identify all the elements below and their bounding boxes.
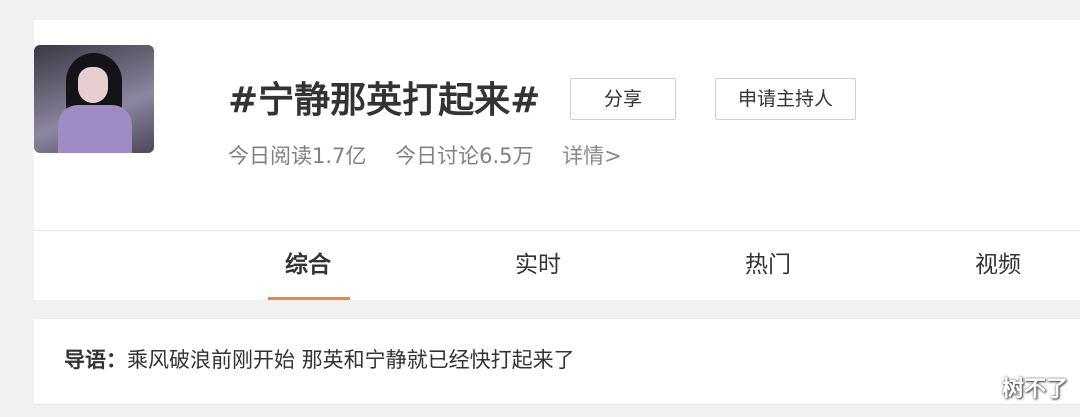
watermark: 树不了	[1001, 377, 1068, 402]
guide-label: 导语：	[64, 348, 127, 372]
guide-bottom-divider	[34, 404, 1080, 405]
topic-stats: 今日阅读1.7亿 今日讨论6.5万 详情>	[228, 141, 644, 171]
tab-realtime[interactable]: 实时	[498, 231, 578, 300]
topic-title: #宁静那英打起来#	[228, 80, 541, 121]
tab-bar: 综合 实时 热门 视频	[34, 231, 1080, 300]
tab-video[interactable]: 视频	[958, 231, 1038, 300]
topic-avatar[interactable]	[34, 45, 154, 153]
avatar-face	[78, 67, 108, 103]
topic-header-card	[34, 20, 1080, 230]
active-tab-indicator	[268, 297, 350, 300]
apply-host-button[interactable]: 申请主持人	[715, 78, 856, 120]
share-button[interactable]: 分享	[570, 78, 676, 120]
tab-comprehensive[interactable]: 综合	[268, 231, 348, 300]
avatar-body	[58, 105, 132, 153]
details-link[interactable]: 详情>	[562, 144, 622, 168]
guide-card: 导语：乘风破浪前刚开始 那英和宁静就已经快打起来了	[34, 318, 1080, 405]
guide-text: 乘风破浪前刚开始 那英和宁静就已经快打起来了	[127, 348, 575, 372]
guide-line: 导语：乘风破浪前刚开始 那英和宁静就已经快打起来了	[64, 345, 575, 375]
tab-hot[interactable]: 热门	[728, 231, 808, 300]
read-count: 今日阅读1.7亿	[228, 144, 367, 168]
discussion-count: 今日讨论6.5万	[395, 144, 534, 168]
